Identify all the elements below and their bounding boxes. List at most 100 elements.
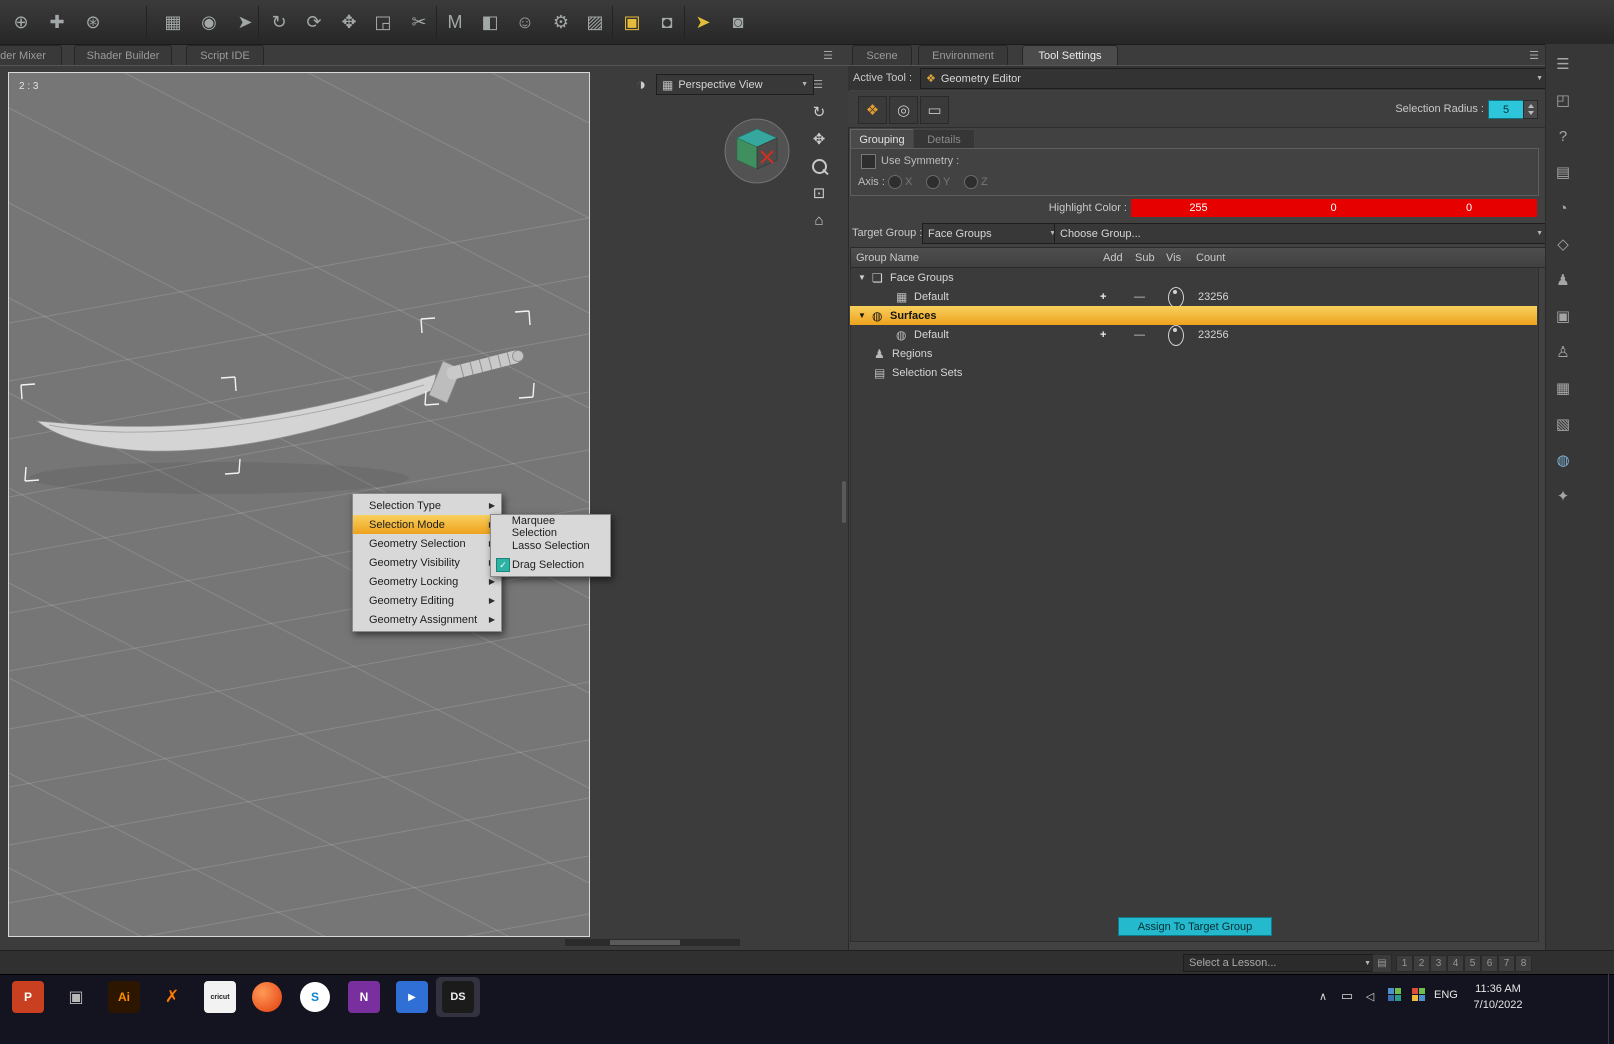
radius-spinner[interactable] — [1523, 100, 1538, 119]
taskbar-skype-icon[interactable]: S — [300, 982, 330, 1012]
table-row-surfaces[interactable]: ▼ ◍ Surfaces — [850, 306, 1537, 325]
menu-item-selection-type[interactable]: Selection Type ▶ — [353, 496, 501, 515]
axis-z-radio[interactable] — [964, 175, 978, 189]
zoom-tool-icon[interactable] — [806, 154, 832, 178]
page-button-8[interactable]: 8 — [1515, 955, 1532, 972]
highlight-red-channel[interactable]: 255 — [1131, 199, 1266, 217]
show-desktop-divider[interactable] — [1608, 974, 1609, 1044]
page-button-3[interactable]: 3 — [1430, 955, 1447, 972]
content-library-icon[interactable]: ▤ — [1551, 160, 1575, 184]
menu-item-selection-mode[interactable]: Selection Mode▶ — [353, 515, 501, 534]
tray-display-icon[interactable]: ▭ — [1338, 987, 1356, 1005]
tool-settings-pane-icon[interactable]: ✦ — [1551, 484, 1575, 508]
geometry-editor-tool-icon[interactable]: ▣ — [617, 4, 647, 40]
view-selector-dropdown[interactable]: ▦ Perspective View ▼ — [656, 74, 814, 95]
tab-details[interactable]: Details — [913, 129, 975, 149]
globe-view-icon[interactable]: ◉ — [194, 4, 224, 40]
taskbar-capture-icon[interactable]: ▣ — [60, 981, 92, 1013]
poses-pane-icon[interactable]: ♙ — [1551, 340, 1575, 364]
dock-window-icon[interactable]: ◰ — [1551, 88, 1575, 112]
taskbar-browser-icon[interactable] — [252, 982, 282, 1012]
axis-y-radio[interactable] — [926, 175, 940, 189]
table-row-regions[interactable]: ♟ Regions — [850, 344, 1537, 363]
menu-item-lasso-selection[interactable]: Lasso Selection — [491, 536, 610, 555]
figure-pose-icon[interactable]: ☺ — [510, 4, 540, 40]
splitter-handle[interactable] — [842, 481, 846, 523]
pane-menu-icon[interactable]: ☰ — [820, 47, 836, 63]
tray-volume-icon[interactable]: ◁ — [1361, 987, 1379, 1005]
spinner-down-icon[interactable] — [1527, 111, 1534, 115]
tab-grouping[interactable]: Grouping — [850, 129, 914, 149]
table-row-surface-default[interactable]: ◍ Default + — 23256 — [850, 325, 1537, 346]
menu-item-geometry-visibility[interactable]: Geometry Visibility▶ — [353, 553, 501, 572]
tray-chevron-up-icon[interactable]: ∧ — [1314, 987, 1332, 1005]
home-view-icon[interactable]: ⌂ — [806, 208, 832, 232]
add-figure-icon[interactable]: ⊕ — [6, 4, 36, 40]
table-row-face-default[interactable]: ▦ Default + — 23256 — [850, 287, 1537, 308]
table-row-selection-sets[interactable]: ▤ Selection Sets — [850, 363, 1537, 382]
taskbar-media-icon[interactable]: ▶ — [396, 981, 428, 1013]
tab-scene[interactable]: Scene — [852, 45, 912, 66]
assign-to-target-group-button[interactable]: Assign To Target Group — [1118, 917, 1272, 936]
people-pane-icon[interactable]: ♟ — [1551, 268, 1575, 292]
scene-pane-icon[interactable]: ◇ — [1551, 232, 1575, 256]
viewport-hscrollbar[interactable] — [565, 939, 740, 946]
taskbar-xtool-icon[interactable]: ✗ — [156, 981, 188, 1013]
tab-environment[interactable]: Environment — [918, 45, 1008, 66]
universal-tool-icon[interactable]: ✥ — [334, 4, 364, 40]
smart-content-icon[interactable]: ◔ — [1551, 196, 1575, 220]
taskbar-illustrator-icon[interactable]: Ai — [108, 981, 140, 1013]
page-button-4[interactable]: 4 — [1447, 955, 1464, 972]
subtract-from-group-button[interactable]: — — [1134, 287, 1145, 306]
table-row-face-groups[interactable]: ▼ ❏ Face Groups — [850, 268, 1537, 287]
selection-radius-field[interactable]: 5 — [1488, 100, 1524, 119]
orbit-tool-icon[interactable]: ↻ — [806, 100, 832, 124]
add-to-group-button[interactable]: + — [1100, 287, 1106, 306]
pointer-tool-icon[interactable]: ➤ — [230, 4, 260, 40]
page-button-1[interactable]: 1 — [1396, 955, 1413, 972]
choose-group-dropdown[interactable]: Choose Group... ▼ — [1054, 223, 1549, 244]
dock-pane-menu-icon[interactable]: ☰ — [1551, 52, 1575, 76]
spot-render-icon[interactable]: ◘ — [652, 4, 682, 40]
geometry-mode-icon[interactable]: ❖ — [858, 96, 887, 124]
menu-item-geometry-editing[interactable]: Geometry Editing ▶ — [353, 591, 501, 610]
tray-app-icon[interactable] — [1412, 988, 1425, 1001]
lesson-selector-dropdown[interactable]: Select a Lesson... ▼ — [1183, 954, 1377, 972]
frame-tool-icon[interactable]: ⊡ — [806, 181, 832, 205]
pan-tool-icon[interactable]: ✥ — [806, 127, 832, 151]
measure-tool-icon[interactable]: M — [440, 4, 470, 40]
render-camera-icon[interactable]: ◙ — [723, 4, 753, 40]
props-pane-icon[interactable]: ▣ — [1551, 304, 1575, 328]
taskbar-powerpoint-icon[interactable]: P — [12, 981, 44, 1013]
surfaces-pane-icon[interactable]: ▧ — [1551, 412, 1575, 436]
page-button-7[interactable]: 7 — [1498, 955, 1515, 972]
tab-script-ide[interactable]: Script IDE — [186, 45, 264, 66]
tab-shader-mixer[interactable]: der Mixer — [0, 45, 62, 66]
rotate-ccw-tool-icon[interactable]: ↻ — [264, 4, 294, 40]
help-icon[interactable]: ? — [1551, 124, 1575, 148]
menu-item-drag-selection[interactable]: ✓ Drag Selection — [491, 555, 610, 574]
pane-splitter[interactable] — [840, 66, 848, 950]
subtract-from-group-button[interactable]: — — [1134, 325, 1145, 344]
page-button-2[interactable]: 2 — [1413, 955, 1430, 972]
active-tool-dropdown[interactable]: ❖ Geometry Editor ▼ — [920, 68, 1549, 89]
highlight-green-channel[interactable]: 0 — [1266, 199, 1401, 217]
tree-expand-icon[interactable]: ▼ — [858, 306, 866, 325]
3d-viewport[interactable]: 2 : 3 — [8, 72, 590, 937]
sword-model[interactable] — [9, 73, 589, 936]
page-button-6[interactable]: 6 — [1481, 955, 1498, 972]
geometry-brush-icon[interactable]: ▨ — [580, 4, 610, 40]
cut-tool-icon[interactable]: ✂ — [404, 4, 434, 40]
tray-language-indicator[interactable]: ENG — [1434, 989, 1458, 1001]
tab-tool-settings[interactable]: Tool Settings — [1022, 45, 1118, 66]
add-light-icon[interactable]: ⊛ — [78, 4, 108, 40]
render-settings-icon[interactable]: ◍ — [1551, 448, 1575, 472]
tray-app-icon[interactable] — [1388, 988, 1401, 1001]
settings-gear-icon[interactable]: ⚙ — [546, 4, 576, 40]
view-cube[interactable] — [722, 116, 792, 186]
spinner-up-icon[interactable] — [1527, 104, 1534, 108]
tab-shader-builder[interactable]: Shader Builder — [74, 45, 172, 66]
tray-clock[interactable]: 11:36 AM 7/10/2022 — [1462, 981, 1534, 1013]
target-group-dropdown[interactable]: Face Groups ▼ — [922, 223, 1062, 244]
lesson-list-icon[interactable]: ▤ — [1372, 954, 1392, 973]
